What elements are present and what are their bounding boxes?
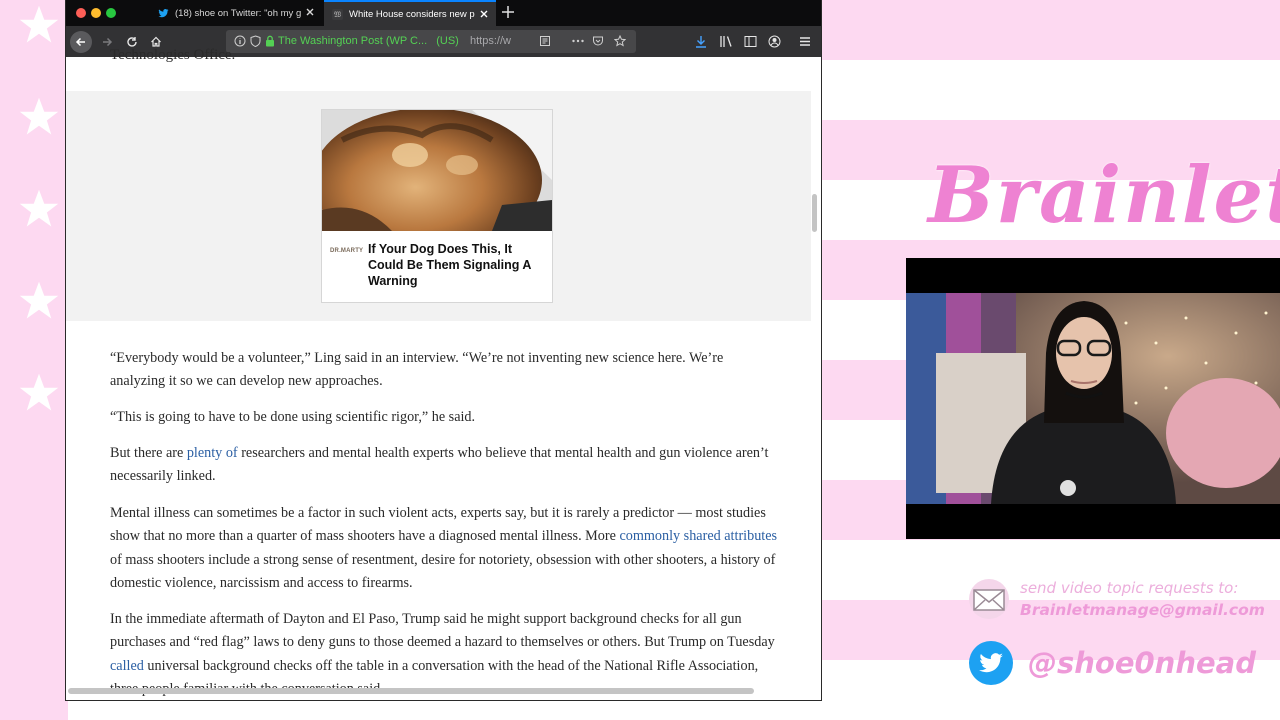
sidebar-icon[interactable] <box>744 35 757 48</box>
close-window-button[interactable] <box>76 8 86 18</box>
link-commonly-shared-attributes[interactable]: commonly shared attributes <box>619 528 777 544</box>
paragraph: Mental illness can sometimes be a factor… <box>110 502 780 595</box>
account-icon[interactable] <box>768 35 781 48</box>
advertiser-logo: DR.MARTY <box>330 248 364 254</box>
site-identity[interactable]: The Washington Post (WP C... (US) <box>278 35 459 47</box>
close-tab-icon[interactable] <box>304 6 316 18</box>
washington-post-icon: 𝔚 <box>332 8 343 20</box>
star-icon <box>19 189 59 227</box>
webcam-image <box>906 293 1280 504</box>
site-country: (US) <box>436 35 459 47</box>
ad-dog-image[interactable] <box>322 110 552 231</box>
request-label: send video topic requests to: <box>1020 579 1239 597</box>
page-actions-icon[interactable] <box>571 35 585 47</box>
paragraph-text: But there are <box>110 445 187 461</box>
new-tab-icon[interactable] <box>500 4 516 20</box>
url-text[interactable]: https://w <box>470 35 515 47</box>
star-icon <box>19 5 59 43</box>
tab-twitter[interactable]: (18) shoe on Twitter: "oh my g <box>150 0 322 26</box>
vertical-scrollbar[interactable] <box>812 194 817 232</box>
back-button[interactable] <box>70 31 92 53</box>
link-called[interactable]: called <box>110 658 144 674</box>
horizontal-scrollbar[interactable] <box>68 688 754 694</box>
close-tab-icon[interactable] <box>478 8 490 20</box>
pocket-icon[interactable] <box>592 35 604 47</box>
article-page: Technologies Office. DR.MARTY If Your Do… <box>66 47 821 700</box>
arrow-left-icon <box>75 37 85 47</box>
ad-headline[interactable]: If Your Dog Does This, It Could Be Them … <box>368 241 548 289</box>
library-icon[interactable] <box>719 35 733 48</box>
paragraph: In the immediate aftermath of Dayton and… <box>110 608 780 700</box>
tab-title: White House considers new pr <box>349 8 475 20</box>
cut-off-text: Technologies Office. <box>110 47 236 63</box>
tab-washington-post[interactable]: 𝔚 White House considers new pr <box>324 0 496 26</box>
site-owner: The Washington Post (WP C... <box>278 35 428 47</box>
contact-email: Brainletmanage@gmail.com <box>1020 601 1265 619</box>
paragraph: But there are plenty of researchers and … <box>110 442 780 489</box>
lock-icon <box>266 35 274 47</box>
bookmark-star-icon[interactable] <box>614 35 626 47</box>
twitter-icon <box>969 641 1013 685</box>
zoom-window-button[interactable] <box>106 8 116 18</box>
envelope-icon <box>969 579 1009 619</box>
tab-bar: (18) shoe on Twitter: "oh my g 𝔚 White H… <box>66 0 821 26</box>
ad-card[interactable]: DR.MARTY If Your Dog Does This, It Could… <box>321 109 553 303</box>
downloads-icon[interactable] <box>695 35 707 48</box>
minimize-window-button[interactable] <box>91 8 101 18</box>
link-plenty-of[interactable]: plenty of <box>187 445 238 461</box>
star-icon <box>19 281 59 319</box>
reader-view-icon[interactable] <box>539 35 551 47</box>
info-icon[interactable] <box>234 35 246 47</box>
contact-email-row: send video topic requests to: Brainletma… <box>966 578 1265 620</box>
twitter-icon <box>158 8 169 17</box>
twitter-handle: @shoe0nhead <box>1028 646 1256 680</box>
browser-window: (18) shoe on Twitter: "oh my g 𝔚 White H… <box>66 0 821 700</box>
brand-title: Brainlet <box>928 150 1280 241</box>
paragraph-text: of mass shooters include a strong sense … <box>110 551 776 591</box>
webcam-feed <box>906 258 1280 539</box>
twitter-row: @shoe0nhead <box>968 640 1256 686</box>
menu-icon[interactable] <box>799 35 811 48</box>
paragraph-text: In the immediate aftermath of Dayton and… <box>110 611 775 651</box>
paragraph: “Everybody would be a volunteer,” Ling s… <box>110 350 724 390</box>
tab-title: (18) shoe on Twitter: "oh my g <box>175 7 301 19</box>
star-icon <box>19 97 59 135</box>
paragraph: “This is going to have to be done using … <box>110 409 476 425</box>
star-icon <box>19 373 59 411</box>
left-star-strip <box>0 0 68 720</box>
tracking-shield-icon[interactable] <box>250 35 261 47</box>
ad-section: DR.MARTY If Your Dog Does This, It Could… <box>66 91 811 321</box>
url-bar[interactable]: The Washington Post (WP C... (US) https:… <box>226 30 636 53</box>
